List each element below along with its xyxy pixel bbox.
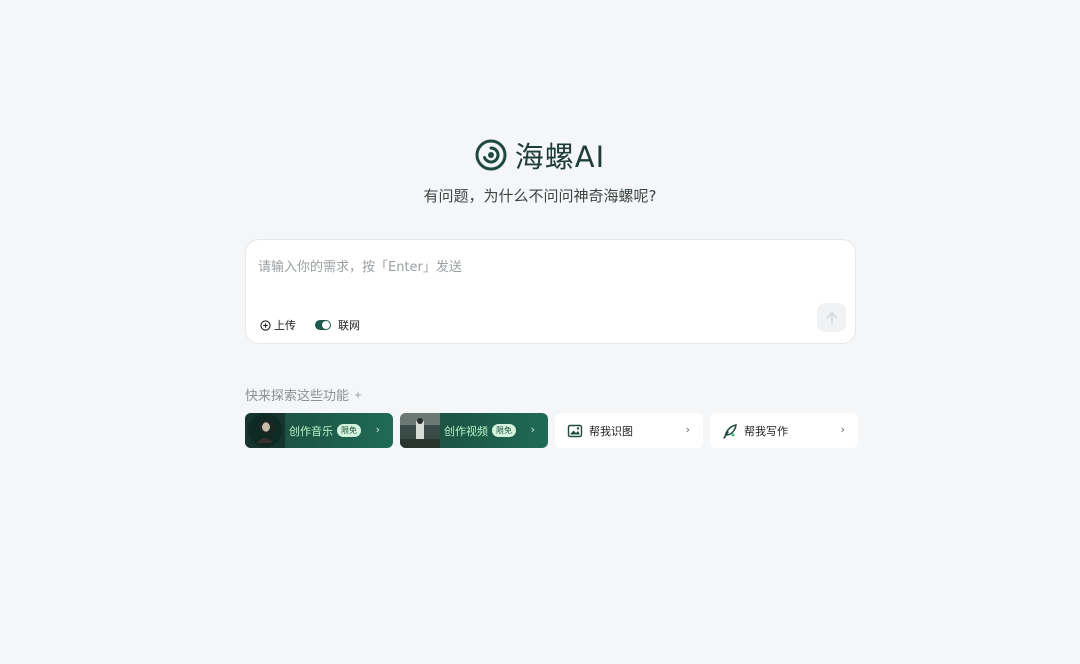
pen-icon [723, 423, 737, 439]
composer-toolbar: 上传 联网 [260, 317, 360, 333]
chevron-right-icon: › [685, 423, 690, 436]
tagline: 有问题，为什么不问问神奇海螺呢? [423, 187, 657, 205]
brand-name: 海螺AI [514, 140, 606, 174]
chat-composer: 上传 联网 [245, 239, 856, 344]
brand-logo[interactable]: 海螺AI [0, 134, 1080, 176]
free-badge: 限免 [337, 424, 361, 437]
feature-card-writing[interactable]: 帮我写作 › [710, 413, 858, 448]
card-label: 创作音乐 [289, 424, 333, 438]
plus-circle-icon [260, 319, 271, 331]
video-thumbnail-icon [400, 413, 440, 448]
feature-card-image-recognition[interactable]: 帮我识图 › [555, 413, 703, 448]
free-badge: 限免 [492, 424, 516, 437]
prompt-input[interactable] [256, 254, 820, 288]
web-search-toggle[interactable]: 联网 [315, 317, 360, 333]
card-label: 帮我识图 [589, 424, 633, 438]
explore-section-title: 快来探索这些功能 [245, 385, 363, 404]
chevron-right-icon: › [840, 423, 845, 436]
feature-card-music[interactable]: 创作音乐 限免 › [245, 413, 393, 448]
card-label: 创作视频 [444, 424, 488, 438]
sparkle-icon [354, 390, 363, 399]
web-search-label: 联网 [338, 319, 360, 332]
image-icon [567, 424, 583, 437]
music-thumbnail-icon [245, 413, 285, 448]
upload-label: 上传 [274, 319, 296, 332]
send-button[interactable] [817, 303, 846, 332]
upload-button[interactable]: 上传 [260, 317, 296, 333]
feature-cards: 创作音乐 限免 › 创作视频 限免 › 帮我识图 › 帮我写作 › [245, 413, 858, 448]
card-label: 帮我写作 [744, 424, 788, 438]
arrow-up-icon [826, 311, 837, 324]
chevron-right-icon: › [530, 423, 535, 436]
toggle-switch[interactable] [315, 320, 331, 330]
home-page: 海螺AI 有问题，为什么不问问神奇海螺呢? 上传 联网 快来探索这些功能 [0, 0, 1080, 664]
feature-card-video[interactable]: 创作视频 限免 › [400, 413, 548, 448]
snail-logo-icon [475, 139, 507, 171]
chevron-right-icon: › [375, 423, 380, 436]
explore-title: 快来探索这些功能 [245, 389, 350, 404]
